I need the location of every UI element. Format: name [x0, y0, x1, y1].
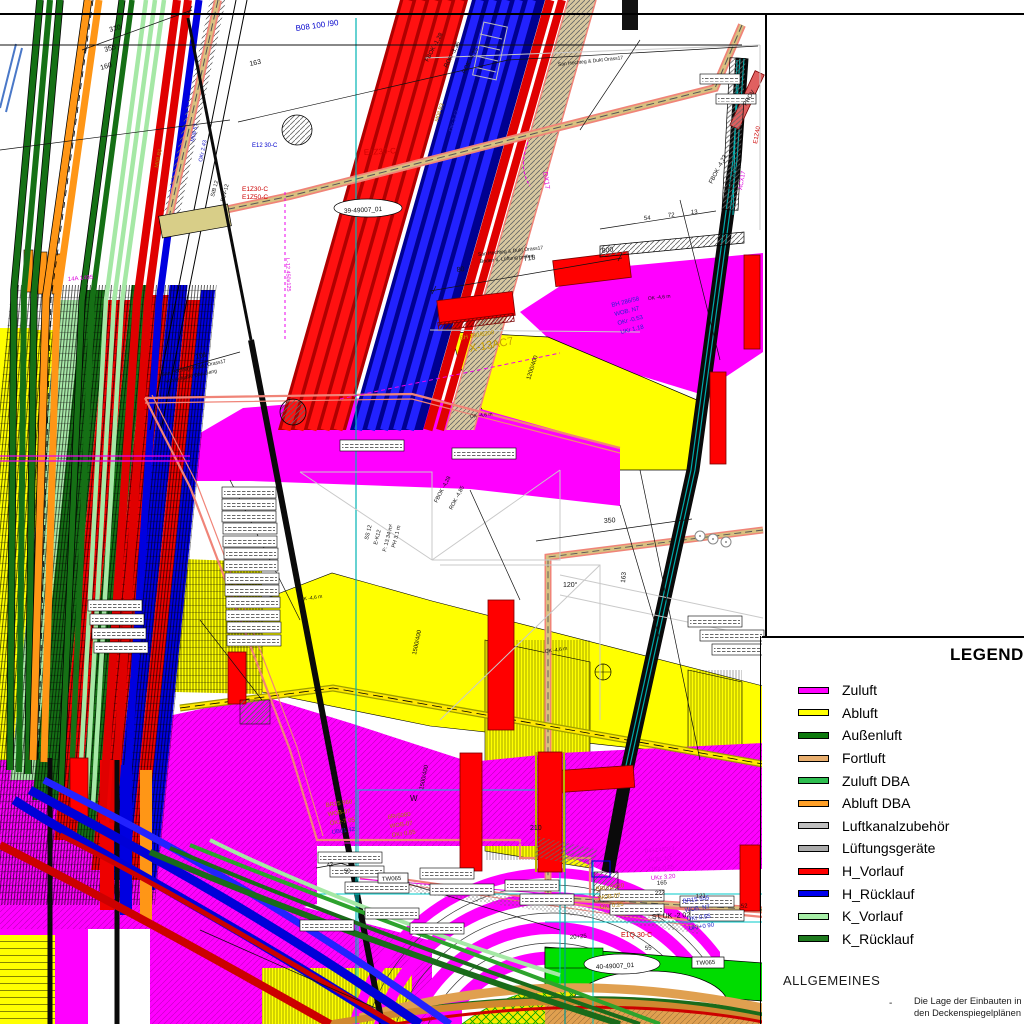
legend-label: K_Rücklauf [842, 931, 914, 947]
legend-swatch-fortluft [798, 755, 829, 762]
drawing-label: E1Q 30-C [621, 932, 652, 939]
legend-swatch-luftkanalzubehoer [798, 822, 829, 829]
legend-label: Abluft [842, 705, 878, 721]
legend-title: LEGENDE [950, 645, 1024, 665]
legend-swatch-abluft-dba [798, 800, 829, 807]
legend-item-lueftungsgeraete: Lüftungsgeräte [798, 837, 1024, 860]
legend-item-fortluft: Fortluft [798, 747, 1024, 770]
drawing-label: TW065 [382, 876, 402, 883]
legend-item-abluft: Abluft [798, 702, 1024, 725]
drawing-label: E1Z50-C [242, 194, 268, 201]
drawing-label: 50 [344, 868, 352, 874]
legend-swatch-zuluft [798, 687, 829, 694]
drawing-label: 222 [655, 890, 666, 897]
legend-item-h-vorlauf: H_Vorlauf [798, 860, 1024, 883]
drawing-label: 72 [668, 212, 676, 218]
drawing-label: 120° [563, 581, 578, 589]
legend-swatch-k-ruecklauf [798, 935, 829, 942]
drawing-label: 13 [691, 209, 699, 215]
legend-item-aussenluft: Außenluft [798, 724, 1024, 747]
drawing-label: E12 30-C [252, 143, 278, 149]
drawing-label: 52 [741, 903, 749, 909]
legend-label: K_Vorlauf [842, 908, 903, 924]
legend-item-abluft-dba: Abluft DBA [798, 792, 1024, 815]
legend-label: H_Vorlauf [842, 863, 903, 879]
legend-swatch-k-vorlauf [798, 913, 829, 920]
legend-label: Luftkanalzubehör [842, 818, 949, 834]
allgemeines-note-line2: den Deckenspiegelplänen [914, 1008, 1022, 1020]
drawing-label: 210 [530, 825, 542, 832]
legend-label: H_Rücklauf [842, 886, 914, 902]
legend-label: Zuluft [842, 682, 877, 698]
drawing-label: L-12 450x125 [284, 258, 291, 292]
drawing-label: 55 [645, 945, 653, 951]
drawing-label: E1Z30-C [242, 186, 268, 193]
drawing-label: 80 [456, 266, 465, 274]
drawing-label: 165 [657, 880, 668, 887]
legend-swatch-lueftungsgeraete [798, 845, 829, 852]
allgemeines-title: ALLGEMEINES [783, 973, 880, 988]
drawing-label: W [410, 794, 418, 803]
allgemeines-bullet: - [889, 998, 892, 1009]
legend-label: Lüftungsgeräte [842, 840, 935, 856]
legend-swatch-h-vorlauf [798, 868, 829, 875]
legend-label: Zuluft DBA [842, 773, 910, 789]
legend-swatch-aussenluft [798, 732, 829, 739]
legend-label: Fortluft [842, 750, 886, 766]
legend-item-zuluft-dba: Zuluft DBA [798, 769, 1024, 792]
drawing-label: 54 [644, 215, 652, 221]
legend-item-k-vorlauf: K_Vorlauf [798, 905, 1024, 928]
drawing-label: 163 [620, 571, 628, 583]
legend-swatch-abluft [798, 709, 829, 716]
drawing-label: 121 [696, 893, 707, 900]
floor-plan-drawing: B08 100 /90E12 30-CE1Z30-CE1Z30-CE1Z50-C… [0, 0, 765, 1024]
sheet-frame-top [0, 13, 1024, 15]
legend-item-h-ruecklauf: H_Rücklauf [798, 882, 1024, 905]
legend-items: Zuluft Abluft Außenluft Fortluft Zuluft DBA A… [798, 679, 1024, 950]
cad-application-window: B08 100 /90E12 30-CE1Z30-CE1Z30-CE1Z50-C… [0, 0, 1024, 1024]
drawing-label: 350 [604, 517, 616, 525]
legend-label: Abluft DBA [842, 795, 910, 811]
legend-swatch-zuluft-dba [798, 777, 829, 784]
legend-item-k-ruecklauf: K_Rücklauf [798, 928, 1024, 951]
legend-item-zuluft: Zuluft [798, 679, 1024, 702]
legend-swatch-h-ruecklauf [798, 890, 829, 897]
drawing-label: TW065 [696, 960, 716, 967]
legend-label: Außenluft [842, 727, 902, 743]
drawing-label: 20+25 [570, 934, 588, 941]
legend-panel: LEGENDE ZuluftAbluftAußenluftFortluftZul… [762, 636, 1024, 962]
drawing-label: E1Z30-C [364, 146, 397, 157]
allgemeines-note-line1: Die Lage der Einbauten in [914, 996, 1022, 1008]
panel-divider-inner [760, 636, 761, 1024]
allgemeines-note: Die Lage der Einbauten in den Deckenspie… [914, 996, 1022, 1019]
legend-item-luftkanalzubehoer: Luftkanalzubehör [798, 815, 1024, 838]
allgemeines-panel: ALLGEMEINES - Die Lage der Einbauten in … [762, 960, 1024, 1024]
